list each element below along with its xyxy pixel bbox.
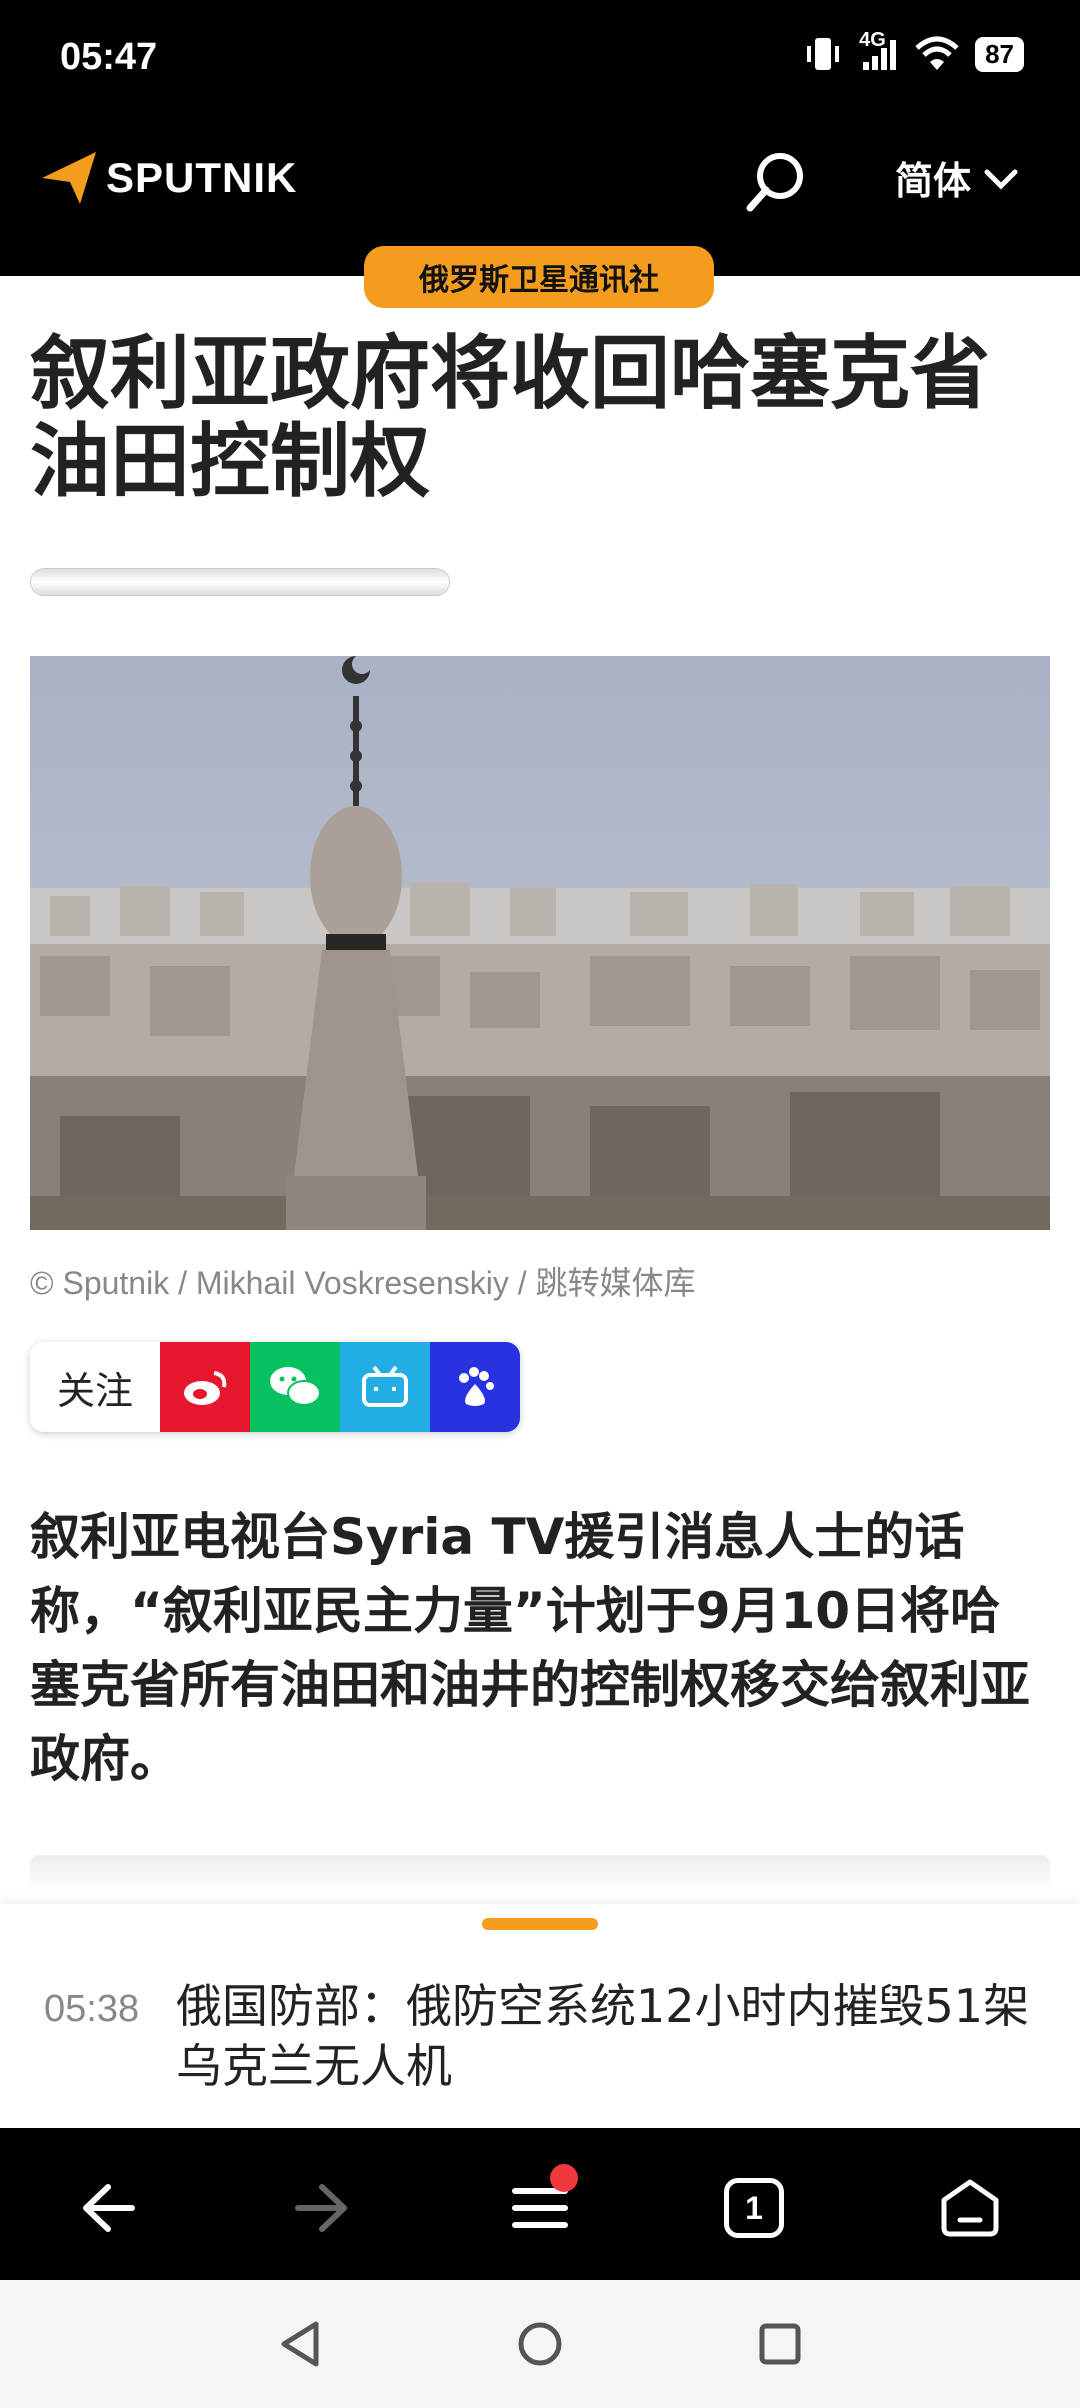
browser-toolbar: 1: [0, 2128, 1080, 2280]
notification-dot: [550, 2164, 578, 2192]
bilibili-share-button[interactable]: [340, 1342, 430, 1432]
battery-indicator: 87: [975, 36, 1024, 72]
loading-placeholder: [30, 568, 450, 596]
search-button[interactable]: [740, 148, 810, 218]
content-card-edge: [30, 1855, 1050, 1895]
follow-button[interactable]: 关注: [30, 1342, 160, 1432]
square-recents-icon: [759, 2323, 801, 2365]
system-navigation-bar: [0, 2280, 1080, 2408]
triangle-back-icon: [281, 2321, 319, 2367]
baidu-icon: [459, 1367, 494, 1406]
status-icons: 4G 87: [803, 30, 1024, 72]
article-headline: 叙利亚政府将收回哈塞克省油田控制权: [30, 327, 990, 508]
weibo-share-button[interactable]: [160, 1342, 250, 1432]
status-time: 05:47: [60, 36, 158, 78]
arrow-right-icon: [295, 2184, 347, 2232]
share-bar: 关注: [30, 1342, 520, 1432]
tabs-button[interactable]: 1: [714, 2168, 794, 2248]
baidu-share-button[interactable]: [430, 1342, 520, 1432]
back-button[interactable]: [68, 2168, 148, 2248]
system-recents-button[interactable]: [750, 2314, 810, 2374]
arrow-left-icon: [83, 2184, 135, 2232]
weibo-icon: [184, 1371, 227, 1405]
brand-name: SPUTNIK: [106, 154, 298, 201]
circle-home-icon: [518, 2322, 562, 2366]
home-icon: [941, 2179, 999, 2237]
article-photo[interactable]: [30, 656, 1050, 1230]
news-ticker[interactable]: 05:38 俄国防部：俄防空系统12小时内摧毁51架乌克兰无人机: [0, 1904, 1080, 2128]
city-minaret-image: [30, 656, 1050, 1230]
chevron-down-icon: [984, 169, 1018, 190]
language-label: 简体: [895, 159, 972, 203]
forward-button[interactable]: [282, 2168, 362, 2248]
image-caption: © Sputnik / Mikhail Voskresenskiy / 跳转媒体…: [30, 1265, 696, 1301]
vibrate-icon: [807, 38, 840, 70]
ticker-drag-handle[interactable]: [482, 1918, 598, 1930]
agency-badge: 俄罗斯卫星通讯社: [364, 246, 714, 308]
wifi-icon: [915, 36, 959, 70]
home-button[interactable]: [930, 2168, 1010, 2248]
menu-button[interactable]: [500, 2164, 580, 2248]
ticker-headline[interactable]: 俄国防部：俄防空系统12小时内摧毁51架乌克兰无人机: [176, 1976, 1046, 2096]
sputnik-logo[interactable]: SPUTNIK: [40, 150, 297, 206]
status-bar: 05:47 4G 87: [0, 0, 1080, 128]
ticker-time: 05:38: [44, 1988, 140, 2030]
tabs-icon: 1: [724, 2178, 784, 2238]
wechat-share-button[interactable]: [250, 1342, 340, 1432]
wechat-icon: [270, 1367, 321, 1406]
system-home-button[interactable]: [510, 2314, 570, 2374]
tabs-count: 1: [745, 2189, 763, 2226]
language-selector[interactable]: 简体: [895, 150, 1019, 205]
signal-icon: 4G: [859, 30, 899, 72]
bilibili-icon: [362, 1365, 408, 1407]
sputnik-logo-icon: [42, 152, 96, 204]
search-icon: [746, 153, 803, 212]
article-lead: 叙利亚电视台Syria TV援引消息人士的话称，“叙利亚民主力量”计划于9月10…: [30, 1508, 1030, 1788]
system-back-button[interactable]: [270, 2314, 330, 2374]
